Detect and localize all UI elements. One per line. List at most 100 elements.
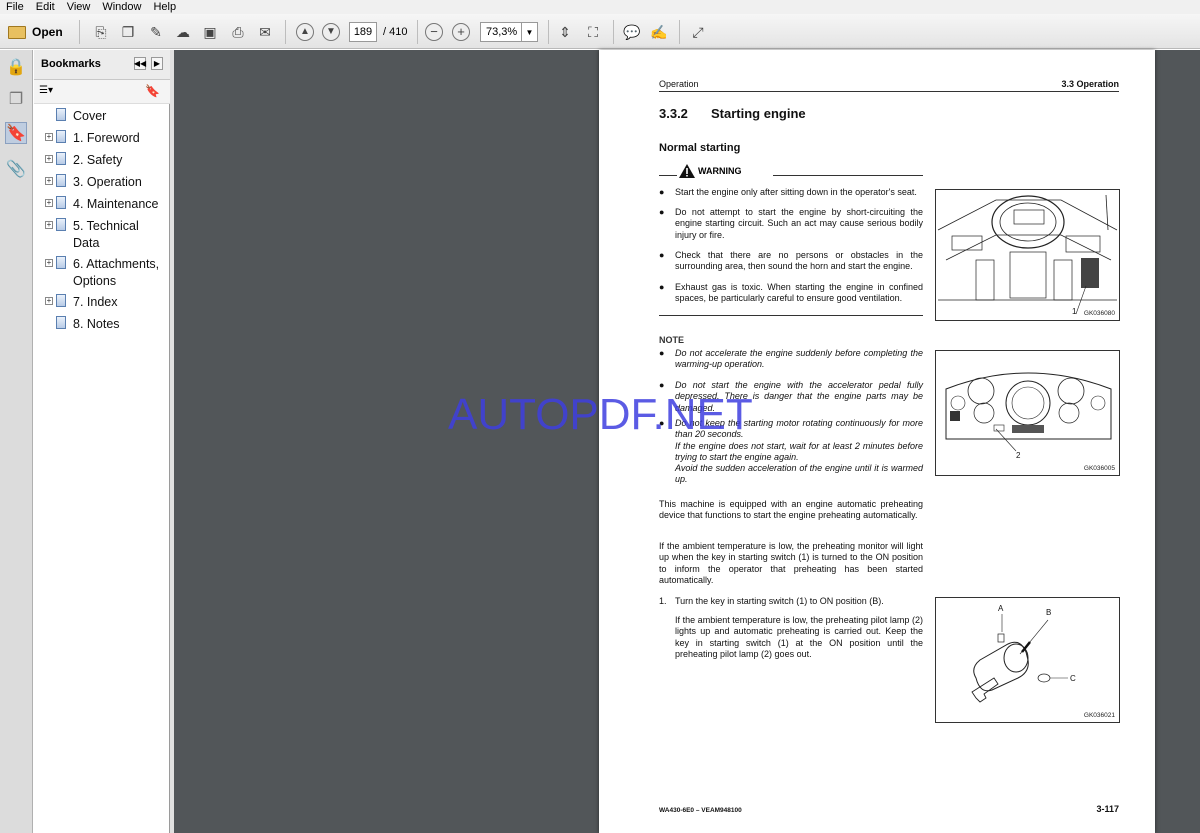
bookmark-icon bbox=[56, 256, 66, 269]
page-header-right: 3.3 Operation bbox=[1061, 79, 1119, 89]
combine-files-icon[interactable]: ❐ bbox=[117, 21, 139, 43]
warning-list: ● Start the engine only after sitting dow… bbox=[659, 187, 923, 306]
figure-code: GK036080 bbox=[1083, 310, 1115, 317]
comment-icon[interactable]: 💬 bbox=[621, 21, 643, 43]
bookmark-icon bbox=[56, 218, 66, 231]
warning-triangle-icon bbox=[679, 164, 695, 178]
lock-icon[interactable]: 🔒 bbox=[5, 56, 27, 78]
expand-icon[interactable]: + bbox=[45, 155, 53, 163]
bookmark-label: 4. Maintenance bbox=[73, 197, 159, 211]
chevron-down-icon[interactable]: ▼ bbox=[521, 23, 537, 41]
highlight-icon[interactable]: ✍ bbox=[648, 21, 670, 43]
note-label: NOTE bbox=[659, 335, 685, 345]
bookmark-icon bbox=[56, 130, 66, 143]
figure-code: GK036005 bbox=[1083, 465, 1115, 472]
document-viewport[interactable]: Operation 3.3 Operation 3.3.2 Starting e… bbox=[174, 50, 1200, 833]
page-thumbnails-icon[interactable]: ❐ bbox=[5, 88, 27, 110]
menu-window[interactable]: Window bbox=[96, 0, 147, 14]
open-label: Open bbox=[32, 25, 63, 39]
previous-page-icon[interactable]: ▲ bbox=[294, 21, 316, 43]
email-icon[interactable]: ✉ bbox=[254, 21, 276, 43]
figure-code: GK036021 bbox=[1083, 712, 1115, 719]
toolbar-separator bbox=[548, 20, 549, 44]
zoom-out-icon[interactable]: − bbox=[423, 21, 445, 43]
bookmarks-panel: Bookmarks ◀◀ ▶ ☰▾ 🔖 Cover +1. Foreword +2.… bbox=[34, 50, 170, 833]
menu-edit[interactable]: Edit bbox=[30, 0, 61, 14]
expand-icon[interactable]: + bbox=[45, 133, 53, 141]
save-icon[interactable]: ▣ bbox=[199, 21, 221, 43]
section-number: 3.3.2 bbox=[659, 106, 688, 121]
options-menu-icon[interactable]: ☰▾ bbox=[39, 85, 53, 96]
toolbar-separator bbox=[285, 20, 286, 44]
header-rule bbox=[659, 91, 1119, 92]
menu-help[interactable]: Help bbox=[147, 0, 182, 14]
toolbar: Open ⎘ ❐ ✎ ☁ ▣ ⎙ ✉ ▲ ▼ 189 / 410 − + 73,… bbox=[0, 14, 1200, 49]
page-number-input[interactable]: 189 bbox=[349, 22, 377, 42]
bookmark-icon bbox=[56, 294, 66, 307]
pdf-page: Operation 3.3 Operation 3.3.2 Starting e… bbox=[599, 50, 1155, 833]
expand-icon[interactable]: + bbox=[45, 177, 53, 185]
subsection-title: Normal starting bbox=[659, 142, 741, 154]
expand-icon[interactable]: ⤢ bbox=[687, 21, 709, 43]
zoom-select[interactable]: 73,3% ▼ bbox=[480, 22, 538, 42]
open-button[interactable]: Open bbox=[4, 20, 67, 44]
attachments-icon[interactable]: 📎 bbox=[5, 158, 27, 180]
bookmark-label: 1. Foreword bbox=[73, 131, 140, 145]
toolbar-separator bbox=[417, 20, 418, 44]
bookmark-label: 8. Notes bbox=[73, 317, 120, 331]
menu-view[interactable]: View bbox=[61, 0, 97, 14]
figure-instrument-panel: 2 GK036005 bbox=[935, 350, 1120, 476]
panel-menu-icon[interactable]: ▶ bbox=[151, 57, 163, 70]
list-item: ● Do not accelerate the engine suddenly b… bbox=[659, 348, 923, 370]
create-pdf-icon[interactable]: ⎘ bbox=[90, 21, 112, 43]
bookmark-label: 7. Index bbox=[73, 295, 118, 309]
step-instruction: Turn the key in starting switch (1) to O… bbox=[675, 596, 884, 606]
toolbar-separator bbox=[79, 20, 80, 44]
edit-document-icon[interactable]: ✎ bbox=[145, 21, 167, 43]
figure-cab: 1 GK036080 bbox=[935, 189, 1120, 321]
key-switch-illustration bbox=[971, 614, 1068, 703]
paragraph-ambient: If the ambient temperature is low, the p… bbox=[659, 541, 923, 585]
step-detail: If the ambient temperature is low, the p… bbox=[675, 615, 923, 659]
expand-icon[interactable]: + bbox=[45, 259, 53, 267]
bookmarks-title: Bookmarks bbox=[41, 58, 101, 70]
fit-page-icon[interactable]: ⇕ bbox=[554, 21, 576, 43]
bookmarks-header: Bookmarks ◀◀ ▶ bbox=[34, 50, 170, 80]
zoom-value: 73,3% bbox=[486, 26, 518, 38]
full-screen-icon[interactable]: ⛶ bbox=[582, 21, 604, 43]
expand-icon[interactable]: + bbox=[45, 199, 53, 207]
bookmark-label: 5. Technical Data bbox=[73, 219, 139, 250]
warning-header: WARNING bbox=[677, 163, 773, 179]
print-icon[interactable]: ⎙ bbox=[227, 21, 249, 43]
warning-end-rule bbox=[659, 315, 923, 316]
page-number: 3-117 bbox=[1096, 804, 1119, 814]
bookmarks-tab-icon[interactable]: 🔖 bbox=[5, 122, 27, 144]
figure-callout: 2 bbox=[1016, 451, 1021, 460]
collapse-panel-icon[interactable]: ◀◀ bbox=[134, 57, 146, 70]
bookmark-label: 6. Attachments, Options bbox=[73, 257, 160, 288]
watermark-text: AUTOPDF.NET bbox=[448, 390, 753, 439]
bookmark-icon bbox=[56, 108, 66, 121]
cab-illustration bbox=[937, 194, 1118, 315]
paragraph-preheating: This machine is equipped with an engine … bbox=[659, 499, 923, 521]
list-item: ● Check that there are no persons or obst… bbox=[659, 250, 923, 272]
bookmark-label: 3. Operation bbox=[73, 175, 142, 189]
expand-icon[interactable]: + bbox=[45, 297, 53, 305]
toolbar-separator bbox=[679, 20, 680, 44]
bookmark-label: 2. Safety bbox=[73, 153, 123, 167]
page-total-label: / 410 bbox=[383, 26, 408, 38]
expand-icon[interactable]: + bbox=[45, 221, 53, 229]
warning-label: WARNING bbox=[698, 166, 742, 176]
figure-label-c: C bbox=[1070, 674, 1076, 683]
next-page-icon[interactable]: ▼ bbox=[320, 21, 342, 43]
figure-callout: 1 bbox=[1072, 307, 1077, 316]
menu-file[interactable]: File bbox=[0, 0, 30, 14]
zoom-in-icon[interactable]: + bbox=[450, 21, 472, 43]
navigation-rail: 🔒 ❐ 🔖 📎 bbox=[0, 50, 33, 833]
new-bookmark-icon[interactable]: 🔖 bbox=[145, 84, 160, 98]
toolbar-separator bbox=[613, 20, 614, 44]
cloud-upload-icon[interactable]: ☁ bbox=[172, 21, 194, 43]
instrument-panel-illustration bbox=[945, 372, 1112, 452]
bookmark-icon bbox=[56, 152, 66, 165]
list-item: ● Exhaust gas is toxic. When starting the… bbox=[659, 282, 923, 304]
